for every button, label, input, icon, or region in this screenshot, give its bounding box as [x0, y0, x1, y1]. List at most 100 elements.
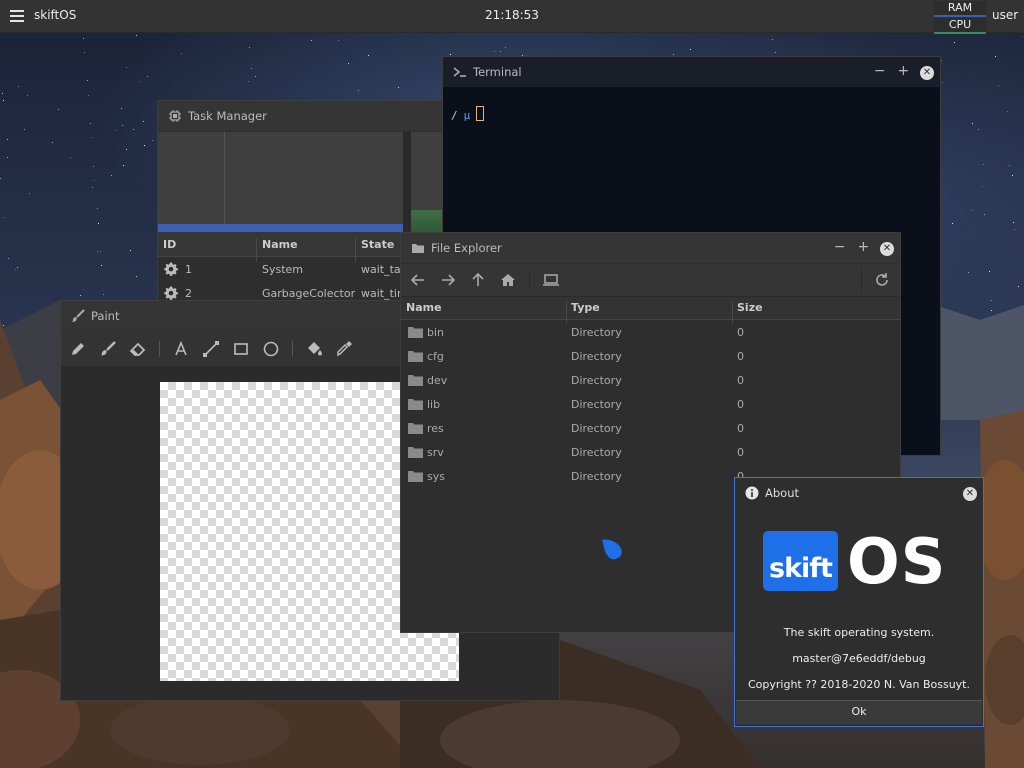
taskbar-clock: 21:18:53: [485, 8, 539, 22]
terminal-prompt: / µ: [451, 106, 485, 122]
file-type: Directory: [571, 374, 622, 387]
table-row[interactable]: bin Directory 0: [401, 320, 900, 344]
taskbar: skiftOS 21:18:53 RAM CPU user: [0, 0, 1024, 34]
task-manager-title: Task Manager: [188, 109, 267, 123]
forward-arrow-icon[interactable]: [439, 271, 457, 289]
home-icon[interactable]: [499, 271, 517, 289]
file-name: bin: [427, 326, 445, 339]
file-name: lib: [427, 398, 441, 411]
ram-graph: [158, 132, 403, 232]
file-name: dev: [427, 374, 448, 387]
info-icon: [745, 486, 759, 500]
user-menu[interactable]: user: [992, 8, 1018, 22]
table-row[interactable]: srv Directory 0: [401, 440, 900, 464]
logo-os-text: OS: [847, 525, 947, 598]
brush-icon[interactable]: [98, 339, 118, 359]
logo-skift-text: skift: [769, 553, 833, 584]
col-name[interactable]: Name: [262, 238, 298, 251]
file-explorer-toolbar: [401, 264, 900, 297]
ram-graph-bar: [158, 224, 403, 232]
file-type: Directory: [571, 470, 622, 483]
text-icon[interactable]: [171, 339, 191, 359]
fill-icon[interactable]: [304, 339, 324, 359]
process-name: System: [262, 263, 304, 276]
rectangle-icon[interactable]: [231, 339, 251, 359]
file-size: 0: [737, 326, 744, 339]
folder-icon: [408, 471, 423, 482]
file-name: res: [427, 422, 444, 435]
table-row[interactable]: lib Directory 0: [401, 392, 900, 416]
picker-icon[interactable]: [334, 339, 354, 359]
file-explorer-title: File Explorer: [431, 241, 502, 255]
ram-meter[interactable]: RAM: [934, 1, 986, 17]
process-id: 2: [185, 287, 192, 300]
process-name: GarbageColector: [262, 287, 356, 300]
pencil-icon[interactable]: [68, 339, 88, 359]
close-button[interactable]: ✕: [880, 242, 894, 256]
about-titlebar[interactable]: About ✕: [735, 478, 983, 508]
file-type: Directory: [571, 446, 622, 459]
prompt-path: /: [451, 109, 458, 122]
computer-icon[interactable]: [542, 271, 560, 289]
menu-icon[interactable]: [10, 10, 24, 22]
about-title: About: [765, 486, 800, 500]
col-id[interactable]: ID: [163, 238, 176, 251]
cpu-meter[interactable]: CPU: [934, 18, 986, 34]
table-row[interactable]: cfg Directory 0: [401, 344, 900, 368]
col-name[interactable]: Name: [406, 301, 442, 314]
minimize-button[interactable]: −: [873, 64, 887, 78]
table-row[interactable]: dev Directory 0: [401, 368, 900, 392]
taskbar-brand[interactable]: skiftOS: [34, 8, 76, 22]
file-name: srv: [427, 446, 444, 459]
about-dialog[interactable]: About ✕ skift OS The skift operating sys…: [734, 477, 984, 727]
col-size[interactable]: Size: [737, 301, 763, 314]
about-description: The skift operating system.: [783, 626, 935, 639]
ok-button[interactable]: Ok: [736, 700, 982, 724]
loading-indicator: [602, 539, 622, 560]
file-size: 0: [737, 374, 744, 387]
terminal-icon: [453, 67, 466, 77]
file-type: Directory: [571, 422, 622, 435]
file-explorer-titlebar[interactable]: File Explorer − + ✕: [401, 233, 900, 263]
terminal-titlebar[interactable]: Terminal − + ✕: [443, 57, 940, 87]
process-id: 1: [185, 263, 192, 276]
file-type: Directory: [571, 326, 622, 339]
close-button[interactable]: ✕: [963, 487, 977, 501]
file-size: 0: [737, 398, 744, 411]
usage-graphs: [158, 132, 458, 232]
file-name: cfg: [427, 350, 444, 363]
col-type[interactable]: Type: [571, 301, 600, 314]
back-arrow-icon[interactable]: [409, 271, 427, 289]
folder-icon: [412, 244, 424, 253]
close-button[interactable]: ✕: [920, 66, 934, 80]
line-icon[interactable]: [201, 339, 221, 359]
maximize-button[interactable]: +: [896, 64, 910, 78]
prompt-symbol: µ: [463, 109, 471, 122]
skiftos-logo: skift OS: [763, 525, 953, 598]
folder-icon: [408, 351, 423, 362]
ram-label: RAM: [947, 1, 973, 14]
terminal-title: Terminal: [473, 65, 522, 79]
folder-icon: [408, 375, 423, 386]
file-name: sys: [427, 470, 445, 483]
resource-meters[interactable]: RAM CPU: [934, 0, 986, 34]
up-arrow-icon[interactable]: [469, 271, 487, 289]
eraser-icon[interactable]: [128, 339, 148, 359]
file-type: Directory: [571, 350, 622, 363]
folder-icon: [408, 327, 423, 338]
minimize-button[interactable]: −: [833, 240, 847, 254]
paint-title: Paint: [91, 309, 120, 323]
folder-icon: [408, 423, 423, 434]
folder-icon: [408, 399, 423, 410]
refresh-icon[interactable]: [873, 271, 891, 289]
file-table-header: Name Type Size: [401, 297, 900, 323]
text-cursor: [476, 106, 485, 121]
folder-icon: [408, 447, 423, 458]
table-row[interactable]: res Directory 0: [401, 416, 900, 440]
file-size: 0: [737, 446, 744, 459]
col-state[interactable]: State: [361, 238, 394, 251]
task-manager-titlebar[interactable]: Task Manager: [158, 101, 458, 131]
maximize-button[interactable]: +: [856, 240, 870, 254]
circle-icon[interactable]: [261, 339, 281, 359]
about-version: master@7e6eddf/debug: [792, 652, 926, 665]
